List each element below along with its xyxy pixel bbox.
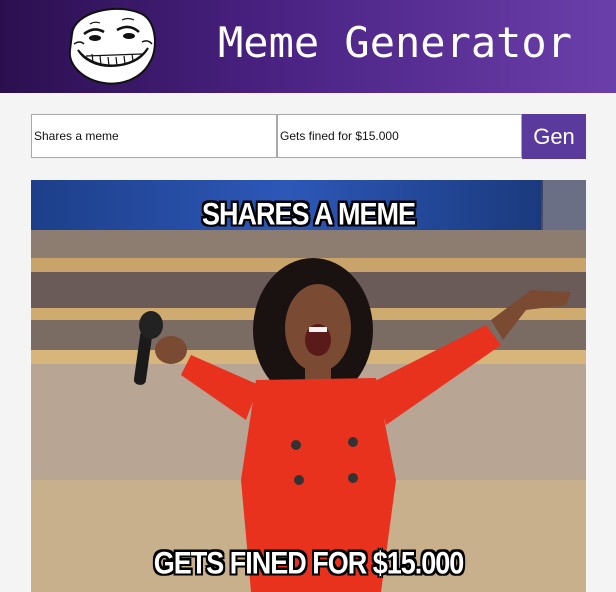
meme-background-image [31,180,586,592]
top-text-input[interactable] [31,114,277,158]
bottom-caption: GETS FINED FOR $15.000 [153,545,465,581]
bottom-text-input[interactable] [277,114,522,158]
meme-form: Gen [31,114,586,160]
meme-image: SHARES A MEME GETS FINED FOR $15.000 [31,180,586,592]
generate-button[interactable]: Gen [522,114,586,159]
app-header: Meme Generator [0,0,616,93]
trollface-icon [68,7,156,85]
top-caption: SHARES A MEME [201,196,416,232]
app-title: Meme Generator [218,18,573,67]
